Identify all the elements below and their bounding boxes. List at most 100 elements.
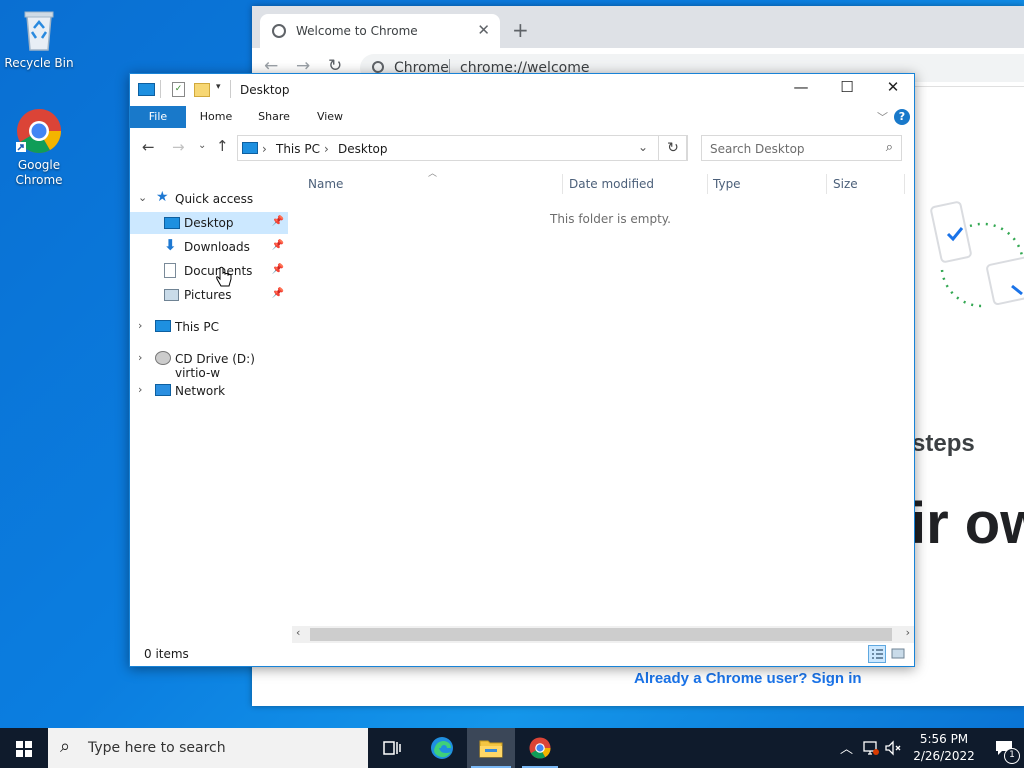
- nav-quick-access[interactable]: ⌄ ★ Quick access: [130, 188, 288, 210]
- file-explorer-taskbar-button[interactable]: [467, 728, 515, 768]
- collapsed-chevron-icon[interactable]: ›: [138, 383, 142, 396]
- pictures-icon: [164, 289, 179, 301]
- this-pc-icon: [138, 83, 155, 96]
- column-divider[interactable]: [904, 174, 905, 194]
- address-pc-icon: [242, 142, 258, 154]
- search-icon: ⌕: [885, 140, 893, 155]
- recent-locations-icon[interactable]: ⌄: [198, 140, 206, 151]
- action-center-button[interactable]: 1: [984, 728, 1024, 768]
- column-divider[interactable]: [826, 174, 827, 194]
- nav-item-downloads[interactable]: ⬇ Downloads 📌: [130, 236, 288, 258]
- expanded-chevron-icon[interactable]: ⌄: [138, 191, 147, 204]
- column-size[interactable]: Size: [833, 177, 858, 191]
- computer-icon: [155, 320, 171, 332]
- thumbnail-icon: [891, 648, 905, 659]
- column-divider[interactable]: [562, 174, 563, 194]
- pin-icon[interactable]: 📌: [272, 264, 284, 275]
- expand-ribbon-icon[interactable]: ﹀: [877, 109, 888, 125]
- navigation-pane: ⌄ ★ Quick access Desktop 📌 ⬇ Downloads 📌…: [130, 182, 288, 632]
- file-explorer-window[interactable]: ✓ ▾ Desktop — ☐ ✕ File Home Share View ﹀…: [129, 73, 915, 667]
- title-separator: [160, 80, 161, 98]
- address-dropdown-icon[interactable]: ⌄: [638, 140, 648, 154]
- edge-icon: [431, 737, 453, 759]
- chrome-label-line1: Google: [17, 158, 61, 172]
- help-icon[interactable]: ?: [894, 109, 910, 125]
- close-window-icon[interactable]: ✕: [870, 78, 916, 96]
- recycle-bin-shortcut[interactable]: Recycle Bin: [0, 8, 78, 71]
- column-date-modified[interactable]: Date modified: [569, 177, 654, 191]
- nav-network[interactable]: › Network: [130, 380, 288, 402]
- nav-item-pictures[interactable]: Pictures 📌: [130, 284, 288, 306]
- volume-muted-icon[interactable]: [884, 740, 904, 756]
- taskbar-search-box[interactable]: ⌕ Type here to search: [48, 728, 368, 768]
- network-icon: [155, 384, 171, 396]
- google-chrome-shortcut[interactable]: Google Chrome: [0, 108, 78, 188]
- new-tab-icon[interactable]: +: [512, 18, 529, 42]
- show-hidden-icons-icon[interactable]: ︿: [840, 738, 853, 757]
- breadcrumb-chevron-icon[interactable]: ›: [262, 142, 267, 156]
- pin-icon[interactable]: 📌: [272, 288, 284, 299]
- ribbon-tab-home[interactable]: Home: [196, 106, 236, 128]
- quick-access-toolbar-dropdown-icon[interactable]: ▾: [216, 82, 221, 92]
- properties-icon[interactable]: ✓: [172, 82, 185, 97]
- recycle-bin-icon: [24, 11, 54, 51]
- new-folder-icon[interactable]: [194, 83, 210, 97]
- nav-cd-drive-label: CD Drive (D:) virtio-w: [175, 352, 255, 380]
- collapsed-chevron-icon[interactable]: ›: [138, 351, 142, 364]
- clock[interactable]: 5:56 PM 2/26/2022: [906, 731, 982, 765]
- refresh-icon[interactable]: ↻: [658, 135, 688, 161]
- scroll-left-icon[interactable]: ‹: [296, 626, 300, 639]
- ribbon-tab-view[interactable]: View: [310, 106, 350, 128]
- breadcrumb-desktop[interactable]: Desktop: [338, 142, 388, 156]
- back-arrow-icon[interactable]: ←: [142, 138, 155, 156]
- hand-cursor-icon: [216, 266, 232, 287]
- pin-icon[interactable]: 📌: [272, 216, 284, 227]
- task-view-button[interactable]: [368, 728, 416, 768]
- nav-item-desktop[interactable]: Desktop 📌: [130, 212, 288, 234]
- edge-taskbar-button[interactable]: [418, 728, 466, 768]
- search-placeholder: Search Desktop: [710, 142, 805, 156]
- clock-date: 2/26/2022: [913, 749, 975, 763]
- pin-icon[interactable]: 📌: [272, 240, 284, 251]
- breadcrumb-this-pc[interactable]: This PC: [276, 142, 320, 156]
- nav-this-pc-label: This PC: [175, 320, 219, 334]
- document-icon: [164, 263, 176, 278]
- clock-time: 5:56 PM: [919, 732, 969, 746]
- recycle-bin-label: Recycle Bin: [4, 56, 74, 70]
- notification-badge: 1: [1004, 748, 1020, 764]
- minimize-icon[interactable]: —: [778, 78, 824, 96]
- forward-arrow-icon[interactable]: →: [172, 138, 185, 156]
- explorer-title-bar[interactable]: ✓ ▾ Desktop — ☐ ✕: [130, 74, 914, 106]
- chrome-tab[interactable]: Welcome to Chrome ✕: [260, 14, 500, 48]
- close-tab-icon[interactable]: ✕: [477, 21, 490, 39]
- nav-cd-drive[interactable]: › CD Drive (D:) virtio-w: [130, 348, 288, 380]
- column-type[interactable]: Type: [713, 177, 741, 191]
- scroll-right-icon[interactable]: ›: [906, 626, 910, 639]
- column-name[interactable]: Name: [308, 177, 343, 191]
- ribbon-tab-file[interactable]: File: [130, 106, 186, 128]
- column-headers: ︿ Name Date modified Type Size: [292, 169, 905, 196]
- start-button[interactable]: [0, 728, 48, 768]
- search-box[interactable]: Search Desktop ⌕: [701, 135, 902, 161]
- chrome-taskbar-button[interactable]: [516, 728, 564, 768]
- details-view-icon[interactable]: [868, 645, 886, 663]
- nav-this-pc[interactable]: › This PC: [130, 316, 288, 338]
- welcome-illustration: [930, 201, 1024, 308]
- sort-ascending-icon: ︿: [428, 169, 438, 179]
- breadcrumb-chevron-icon[interactable]: ›: [324, 142, 329, 156]
- horizontal-scrollbar[interactable]: ‹ ›: [292, 626, 914, 643]
- network-status-icon[interactable]: [862, 740, 880, 756]
- collapsed-chevron-icon[interactable]: ›: [138, 319, 142, 332]
- address-field[interactable]: › This PC › Desktop ⌄: [237, 135, 687, 161]
- ribbon-tab-share[interactable]: Share: [254, 106, 294, 128]
- nav-item-label: Desktop: [184, 216, 234, 230]
- task-view-icon: [383, 741, 401, 755]
- sign-in-link[interactable]: Already a Chrome user? Sign in: [634, 670, 862, 687]
- up-arrow-icon[interactable]: ↑: [216, 137, 229, 155]
- large-icons-view-icon[interactable]: [890, 645, 908, 663]
- maximize-icon[interactable]: ☐: [824, 78, 870, 96]
- scrollbar-thumb[interactable]: [310, 628, 892, 641]
- nav-item-documents[interactable]: Documents 📌: [130, 260, 288, 282]
- chrome-tab-title: Welcome to Chrome: [296, 24, 418, 38]
- column-divider[interactable]: [707, 174, 708, 194]
